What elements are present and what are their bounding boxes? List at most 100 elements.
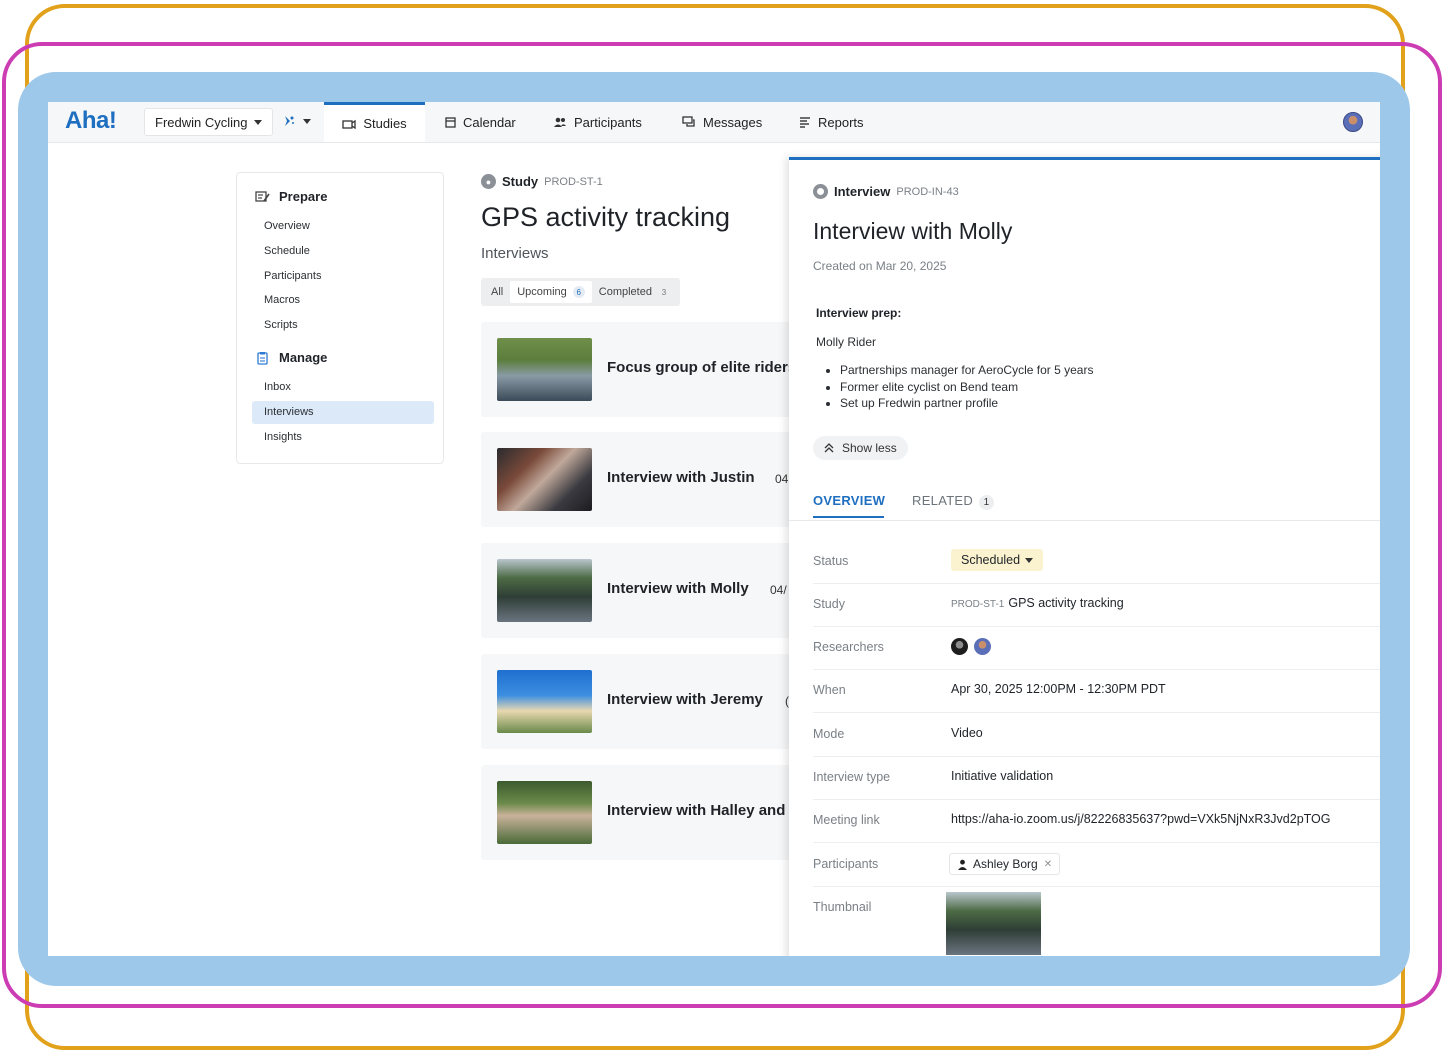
nav-tab-participants[interactable]: Participants	[553, 102, 642, 142]
interview-card[interactable]: Interview with Jeremy (	[481, 654, 801, 749]
study-id[interactable]: PROD-ST-1	[544, 176, 603, 188]
interview-prep-list: Partnerships manager for AeroCycle for 5…	[816, 362, 1093, 412]
chevron-down-icon	[1025, 557, 1034, 563]
field-thumbnail: Thumbnail	[813, 886, 1380, 956]
app-window: Aha! Fredwin Cycling Studies Calendar Pa…	[48, 102, 1380, 956]
created-date: Created on Mar 20, 2025	[813, 259, 947, 273]
interview-title: Focus group of elite riders	[607, 359, 797, 376]
study-sidebar: Prepare Overview Schedule Participants M…	[236, 172, 444, 464]
nav-tab-label: Studies	[363, 116, 407, 131]
interview-filter-tabs: All Upcoming 6 Completed 3	[481, 278, 680, 306]
interview-title: Interview with Halley and	[607, 802, 786, 819]
count-badge: 1	[979, 495, 995, 510]
field-when: When Apr 30, 2025 12:00PM - 12:30PM PDT	[813, 669, 1380, 713]
field-meeting-link: Meeting link https://aha-io.zoom.us/j/82…	[813, 799, 1380, 843]
interview-id[interactable]: PROD-IN-43	[896, 186, 958, 198]
aha-logo[interactable]: Aha!	[65, 107, 117, 135]
chevron-down-icon	[303, 118, 311, 124]
quick-action-menu[interactable]	[282, 114, 311, 128]
filter-upcoming[interactable]: Upcoming 6	[510, 281, 592, 303]
field-interview-type: Interview type Initiative validation	[813, 756, 1380, 800]
researchers-list	[951, 638, 997, 655]
nav-tab-studies[interactable]: Studies	[324, 102, 425, 142]
active-tab-indicator	[813, 516, 884, 518]
interview-card[interactable]: Interview with Molly 04/	[481, 543, 801, 638]
interview-title[interactable]: Interview with Molly	[813, 218, 1012, 245]
status-dropdown[interactable]: Scheduled	[951, 549, 1044, 571]
sidebar-item-interviews[interactable]: Interviews	[252, 401, 434, 424]
thumbnail-image[interactable]	[946, 892, 1041, 955]
clipboard-icon	[257, 351, 268, 365]
interview-date: 04/	[770, 583, 787, 597]
mode-value[interactable]: Video	[951, 726, 983, 740]
sidebar-item-scripts[interactable]: Scripts	[252, 314, 434, 337]
show-less-button[interactable]: Show less	[813, 436, 908, 460]
messages-icon	[682, 116, 695, 127]
tab-overview[interactable]: OVERVIEW	[813, 493, 885, 508]
interview-breadcrumb: Interview PROD-IN-43	[813, 184, 959, 199]
meeting-link[interactable]: https://aha-io.zoom.us/j/82226835637?pwd…	[951, 812, 1331, 826]
filter-all[interactable]: All	[484, 281, 510, 303]
top-nav: Aha! Fredwin Cycling Studies Calendar Pa…	[48, 102, 1380, 143]
filter-completed[interactable]: Completed 3	[592, 281, 677, 303]
remove-icon[interactable]: ✕	[1044, 859, 1052, 870]
sidebar-item-inbox[interactable]: Inbox	[252, 376, 434, 399]
nav-tab-label: Participants	[574, 114, 642, 130]
avatar[interactable]	[974, 638, 991, 655]
nav-tab-reports[interactable]: Reports	[799, 102, 864, 142]
nav-tab-label: Calendar	[463, 114, 516, 130]
interview-thumbnail	[497, 781, 592, 844]
participants-icon	[554, 117, 566, 127]
chevrons-up-icon	[824, 443, 834, 453]
sidebar-section-prepare: Prepare	[255, 189, 327, 204]
interview-icon	[813, 184, 828, 199]
sidebar-item-schedule[interactable]: Schedule	[252, 240, 434, 263]
workspace-name: Fredwin Cycling	[155, 114, 248, 130]
list-item: Set up Fredwin partner profile	[840, 395, 1093, 412]
nav-tab-label: Reports	[818, 114, 864, 130]
interview-thumbnail	[497, 448, 592, 511]
edit-list-icon	[255, 191, 270, 202]
sidebar-item-overview[interactable]: Overview	[252, 215, 434, 238]
study-icon: ●	[481, 174, 496, 189]
user-avatar[interactable]	[1343, 112, 1363, 132]
interview-prep-name: Molly Rider	[816, 335, 877, 349]
page-title: GPS activity tracking	[481, 202, 731, 232]
chevron-down-icon	[254, 119, 263, 125]
study-breadcrumb: ● Study PROD-ST-1	[481, 174, 603, 189]
field-status: Status Scheduled	[813, 540, 1380, 584]
interview-thumbnail	[497, 559, 592, 622]
reports-icon	[800, 117, 810, 128]
field-participants: Participants Ashley Borg ✕	[813, 843, 1380, 887]
tab-related[interactable]: RELATED 1	[912, 493, 995, 510]
interview-title: Interview with Jeremy	[607, 691, 763, 708]
interview-type-value[interactable]: Initiative validation	[951, 769, 1053, 783]
sidebar-item-participants[interactable]: Participants	[252, 265, 434, 288]
sidebar-item-macros[interactable]: Macros	[252, 289, 434, 312]
nav-tab-label: Messages	[703, 114, 763, 130]
interview-detail-panel: Interview PROD-IN-43 Interview with Moll…	[789, 157, 1380, 956]
nav-tab-messages[interactable]: Messages	[682, 102, 762, 142]
sparkle-icon	[285, 116, 294, 126]
when-value[interactable]: Apr 30, 2025 12:00PM - 12:30PM PDT	[951, 682, 1166, 696]
section-title: Interviews	[481, 245, 549, 262]
interview-card[interactable]: Focus group of elite riders	[481, 322, 801, 417]
interview-prep-heading: Interview prep:	[816, 306, 902, 320]
sidebar-item-insights[interactable]: Insights	[252, 426, 434, 449]
interview-thumbnail	[497, 338, 592, 401]
list-item: Partnerships manager for AeroCycle for 5…	[840, 362, 1093, 379]
interview-card[interactable]: Interview with Halley and	[481, 765, 801, 860]
study-link[interactable]: PROD-ST-1 GPS activity tracking	[951, 596, 1124, 610]
field-mode: Mode Video	[813, 713, 1380, 757]
workspace-selector[interactable]: Fredwin Cycling	[144, 108, 274, 136]
interview-card[interactable]: Interview with Justin 04	[481, 432, 801, 527]
calendar-icon	[445, 117, 456, 128]
nav-tab-calendar[interactable]: Calendar	[445, 102, 516, 142]
field-researchers: Researchers	[813, 626, 1380, 670]
interview-title: Interview with Justin	[607, 469, 755, 486]
participant-chip[interactable]: Ashley Borg ✕	[949, 853, 1061, 875]
list-item: Former elite cyclist on Bend team	[840, 379, 1093, 396]
avatar[interactable]	[951, 638, 968, 655]
interview-date: 04	[775, 472, 789, 486]
person-icon	[958, 859, 967, 870]
